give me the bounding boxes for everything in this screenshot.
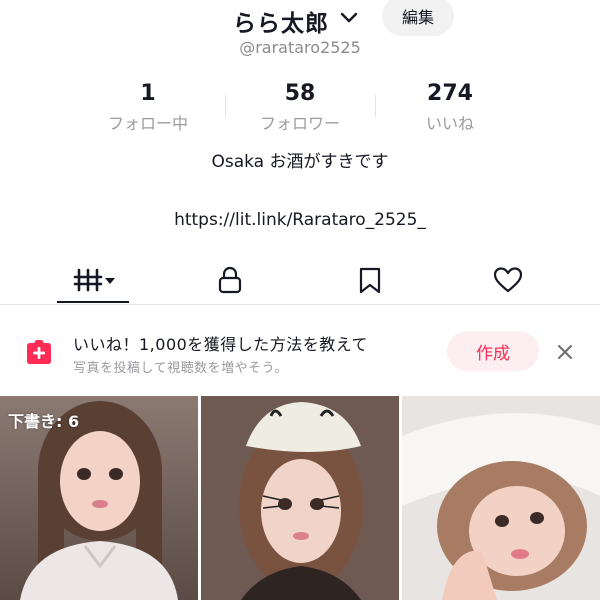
close-icon[interactable] bbox=[555, 342, 575, 362]
followers-count: 58 bbox=[284, 81, 316, 106]
tab-private[interactable] bbox=[200, 258, 260, 302]
tab-bar-border bbox=[0, 304, 600, 305]
stat-divider bbox=[225, 95, 226, 117]
stat-likes[interactable]: 274 いいね bbox=[380, 80, 520, 134]
stat-following[interactable]: 1 フォロー中 bbox=[78, 80, 218, 134]
edit-button[interactable]: 編集 bbox=[382, 0, 454, 36]
display-name[interactable]: らら太郎 bbox=[233, 4, 329, 38]
grid-icon bbox=[73, 268, 115, 292]
add-post-icon bbox=[27, 340, 51, 364]
promo-title: いいね！1,000を獲得した方法を教えて bbox=[73, 335, 369, 354]
stat-divider bbox=[375, 95, 376, 117]
bookmark-icon bbox=[359, 267, 381, 294]
chevron-down-icon[interactable] bbox=[340, 12, 358, 24]
likes-label: いいね bbox=[425, 114, 474, 133]
handle: @rarataro2525 bbox=[239, 38, 361, 57]
profile-link[interactable]: https://lit.link/Rarataro_2525_ bbox=[0, 210, 600, 230]
following-count: 1 bbox=[140, 81, 156, 106]
video-image bbox=[402, 396, 600, 600]
following-label: フォロー中 bbox=[107, 114, 188, 133]
lock-icon bbox=[218, 266, 242, 294]
tab-videos[interactable] bbox=[55, 258, 131, 302]
video-thumbnail[interactable] bbox=[201, 396, 399, 600]
bio-text: Osaka お酒がすきです bbox=[211, 152, 389, 172]
create-button[interactable]: 作成 bbox=[447, 331, 539, 371]
active-tab-indicator bbox=[57, 301, 129, 303]
stat-followers[interactable]: 58 フォロワー bbox=[230, 80, 370, 134]
promo-subtitle: 写真を投稿して視聴数を増やそう。 bbox=[73, 361, 288, 376]
video-image bbox=[201, 396, 399, 600]
draft-count: 下書き: 6 bbox=[8, 412, 80, 431]
tab-saved[interactable] bbox=[340, 258, 400, 302]
video-thumbnail[interactable] bbox=[402, 396, 600, 600]
followers-label: フォロワー bbox=[259, 114, 340, 133]
heart-icon bbox=[493, 267, 523, 293]
likes-count: 274 bbox=[427, 81, 473, 106]
tab-liked[interactable] bbox=[478, 258, 538, 302]
